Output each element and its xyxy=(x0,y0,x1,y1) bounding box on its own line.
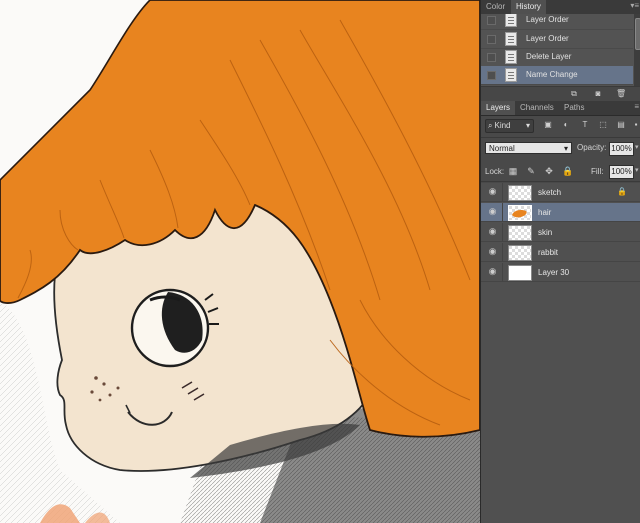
filter-toggle-icon[interactable]: ▪ xyxy=(631,120,640,130)
chevron-down-icon: ▾ xyxy=(563,144,568,153)
layer-name[interactable]: Layer 30 xyxy=(538,263,569,282)
eye-icon[interactable]: ◉ xyxy=(488,267,497,276)
divider xyxy=(481,137,640,138)
hair-thumbnail-graphic xyxy=(512,210,527,218)
history-item-label: Layer Order xyxy=(526,34,569,43)
layer-thumbnail xyxy=(508,265,532,281)
right-panels: Color History ▾≡ Layer Order Layer Order… xyxy=(480,0,640,523)
layer-row-sketch[interactable]: ◉ sketch 🔒 xyxy=(481,183,640,202)
layers-panel-tabs: Layers Channels Paths ≡ xyxy=(481,101,640,116)
lock-all-icon[interactable]: 🔒 xyxy=(562,166,573,176)
document-icon xyxy=(505,68,517,82)
layer-thumbnail xyxy=(508,205,532,221)
document-icon xyxy=(505,14,517,27)
layer-row-skin[interactable]: ◉ skin xyxy=(481,223,640,242)
eye-icon[interactable]: ◉ xyxy=(488,247,497,256)
history-list: Layer Order Layer Order Delete Layer Nam… xyxy=(481,14,640,86)
scrollbar-thumb[interactable] xyxy=(635,18,640,50)
layer-name[interactable]: hair xyxy=(538,203,551,222)
history-item-label: Name Change xyxy=(526,70,578,79)
layer-thumbnail xyxy=(508,225,532,241)
divider xyxy=(502,203,503,222)
filter-type-icon[interactable]: T xyxy=(580,120,590,130)
history-panel-tabs: Color History ▾≡ xyxy=(481,0,640,15)
trash-icon[interactable]: 🗑 xyxy=(616,89,626,98)
layer-row-hair[interactable]: ◉ hair xyxy=(481,203,640,222)
document-icon xyxy=(505,50,517,64)
opacity-slider-toggle-icon[interactable]: ▾ xyxy=(635,142,640,154)
fill-slider-toggle-icon[interactable]: ▾ xyxy=(635,165,640,177)
layer-name[interactable]: skin xyxy=(538,223,552,242)
eye-icon[interactable]: ◉ xyxy=(488,187,497,196)
opacity-input[interactable]: 100% xyxy=(609,142,634,156)
layer-list: ◉ sketch 🔒 ◉ hair ◉ skin ◉ rabbit ◉ Laye… xyxy=(481,183,640,523)
fill-input[interactable]: 100% xyxy=(609,165,634,179)
layer-thumbnail xyxy=(508,185,532,201)
new-document-from-state-icon[interactable]: ⧉ xyxy=(569,89,579,98)
blend-mode-value: Normal xyxy=(489,144,515,153)
opacity-label: Opacity: xyxy=(577,143,607,152)
panel-menu-icon[interactable]: ≡ xyxy=(634,101,639,113)
lock-label: Lock: xyxy=(485,167,505,176)
layer-row-layer-30[interactable]: ◉ Layer 30 xyxy=(481,263,640,282)
history-snapshot-checkbox[interactable] xyxy=(487,16,496,25)
history-item[interactable]: Layer Order xyxy=(481,14,633,30)
filter-shape-icon[interactable]: ⬚ xyxy=(598,120,608,130)
lock-position-icon[interactable]: ✥ xyxy=(544,166,554,176)
layer-name[interactable]: sketch xyxy=(538,183,561,202)
lock-transparent-pixels-icon[interactable]: ▦ xyxy=(508,166,518,176)
document-icon xyxy=(505,32,517,46)
history-item[interactable]: Layer Order xyxy=(481,30,633,49)
lock-icon: 🔒 xyxy=(617,187,627,196)
eye-icon[interactable]: ◉ xyxy=(488,207,497,216)
layer-name[interactable]: rabbit xyxy=(538,243,558,262)
layer-thumbnail xyxy=(508,245,532,261)
document-canvas[interactable] xyxy=(0,0,480,523)
blend-mode-select[interactable]: Normal ▾ xyxy=(485,142,572,154)
tab-color[interactable]: Color xyxy=(481,0,510,14)
divider xyxy=(502,223,503,242)
history-footer: ⧉ ◙ 🗑 xyxy=(481,86,640,101)
camera-icon[interactable]: ◙ xyxy=(593,89,603,98)
chevron-down-icon: ▾ xyxy=(525,121,530,130)
tab-history[interactable]: History xyxy=(511,0,546,14)
filter-pixel-icon[interactable]: ▣ xyxy=(543,120,553,130)
divider xyxy=(502,183,503,202)
history-snapshot-checkbox[interactable] xyxy=(487,53,496,62)
history-item-label: Layer Order xyxy=(526,15,569,24)
history-item-selected[interactable]: Name Change xyxy=(481,66,633,85)
filter-smart-object-icon[interactable]: ▤ xyxy=(616,120,626,130)
panel-menu-icon[interactable]: ▾≡ xyxy=(630,0,639,12)
layer-filter-kind-select[interactable]: ⌕ Kind ▾ xyxy=(485,119,534,133)
history-scrollbar[interactable] xyxy=(634,14,640,86)
filter-kind-label: Kind xyxy=(494,121,511,130)
history-item-label: Delete Layer xyxy=(526,52,572,61)
tab-layers[interactable]: Layers xyxy=(481,101,516,115)
tab-paths[interactable]: Paths xyxy=(559,101,589,115)
history-item[interactable]: Delete Layer xyxy=(481,48,633,67)
eye-icon[interactable]: ◉ xyxy=(488,227,497,236)
history-snapshot-checkbox[interactable] xyxy=(487,35,496,44)
divider xyxy=(502,263,503,282)
artwork-illustration xyxy=(0,0,480,523)
history-snapshot-checkbox[interactable] xyxy=(487,71,496,80)
filter-adjustment-icon[interactable]: ◐ xyxy=(561,120,571,130)
lock-image-pixels-icon[interactable]: ✎ xyxy=(526,166,536,176)
tab-channels[interactable]: Channels xyxy=(515,101,559,115)
layer-row-rabbit[interactable]: ◉ rabbit xyxy=(481,243,640,262)
divider xyxy=(481,181,640,182)
fill-label: Fill: xyxy=(591,167,604,176)
divider xyxy=(502,243,503,262)
